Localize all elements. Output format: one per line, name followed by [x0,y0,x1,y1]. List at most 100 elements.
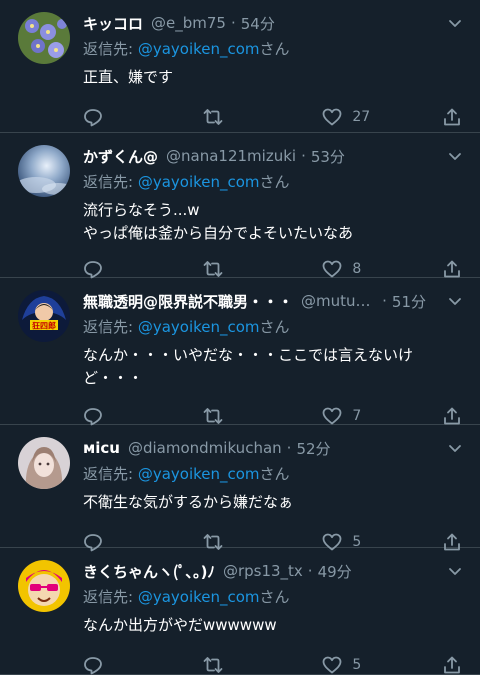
separator-dot: · [307,562,313,580]
tweet[interactable]: 狂四郎 無職透明@限界説不職男・・・ @mutuk... · 51分 返信先: … [0,278,480,426]
tweet-text: 流行らなそう...w やっぱ俺は釜から自分でよそいたいなあ [83,199,466,245]
timestamp[interactable]: 52分 [296,438,330,459]
heart-icon [322,407,342,425]
share-button[interactable] [442,406,462,426]
like-button[interactable]: 27 [322,107,442,127]
chevron-down-icon[interactable] [446,292,464,310]
reply-prefix: 返信先: [83,588,138,606]
retweet-icon [203,109,223,125]
display-name[interactable]: きくちゃんヽ(ﾟ､｡)ﾉ [83,561,215,582]
avatar[interactable]: 狂四郎 [18,290,70,342]
display-name[interactable]: мicu [83,439,120,457]
avatar[interactable] [18,560,70,612]
avatar[interactable] [18,12,70,64]
like-button[interactable]: 5 [322,655,442,675]
reply-suffix: さん [259,465,290,483]
reply-suffix: さん [259,318,290,336]
tweet-text-line: 不衛生な気がするから嫌だなぁ [83,493,294,511]
like-count: 7 [352,408,362,424]
tweet-header: 無職透明@限界説不職男・・・ @mutuk... · 51分 [83,290,466,312]
display-name[interactable]: 無職透明@限界説不職男・・・ [83,291,293,312]
chevron-down-icon[interactable] [446,562,464,580]
timestamp[interactable]: 53分 [311,146,345,167]
retweet-icon [203,261,223,277]
tweet-text-line: なんか・・・いやだな・・・ここでは言えないけ [83,346,414,364]
share-icon [444,108,460,126]
share-icon [444,407,460,425]
separator-dot: · [230,14,236,32]
user-handle[interactable]: @nana121mizuki [166,147,296,165]
reply-context: 返信先: @yayoiken_comさん [83,38,466,60]
user-handle[interactable]: @rps13_tx [223,562,303,580]
tweet-header: キッコロ @e_bm75 · 54分 [83,12,466,34]
tweet[interactable]: キッコロ @e_bm75 · 54分 返信先: @yayoiken_comさん … [0,0,480,133]
reply-mention-link[interactable]: @yayoiken_com [138,465,260,483]
anime-emblem-avatar-icon: 狂四郎 [18,290,70,342]
user-handle[interactable]: @diamondmikuchan [128,439,282,457]
separator-dot: · [382,292,387,310]
portrait-avatar-icon [18,437,70,489]
retweet-button[interactable] [203,406,323,426]
avatar[interactable] [18,437,70,489]
reply-mention-link[interactable]: @yayoiken_com [138,173,260,191]
tweet-text-line: 正直、嫌です [83,68,174,86]
tweet[interactable]: かずくん@ @nana121mizuki · 53分 返信先: @yayoike… [0,133,480,279]
reply-button[interactable] [83,406,203,426]
like-count: 8 [352,261,362,277]
display-name[interactable]: キッコロ [83,13,143,34]
reply-mention-link[interactable]: @yayoiken_com [138,588,260,606]
retweet-button[interactable] [203,259,323,279]
display-name[interactable]: かずくん@ [83,146,158,167]
timestamp[interactable]: 51分 [392,291,426,312]
user-handle[interactable]: @mutuk... [301,292,377,310]
reply-context: 返信先: @yayoiken_comさん [83,316,466,338]
tweet[interactable]: きくちゃんヽ(ﾟ､｡)ﾉ @rps13_tx · 49分 返信先: @yayoi… [0,548,480,675]
reply-context: 返信先: @yayoiken_comさん [83,463,466,485]
tweet-header: мicu @diamondmikuchan · 52分 [83,437,466,459]
reply-suffix: さん [259,173,290,191]
tweet[interactable]: мicu @diamondmikuchan · 52分 返信先: @yayoik… [0,425,480,552]
tweet-text: 正直、嫌です [83,66,466,89]
retweet-button[interactable] [203,107,323,127]
reply-prefix: 返信先: [83,465,138,483]
svg-text:狂四郎: 狂四郎 [32,321,56,331]
share-icon [444,260,460,278]
reply-icon [84,261,102,279]
reply-mention-link[interactable]: @yayoiken_com [138,318,260,336]
tweet-text: なんか・・・いやだな・・・ここでは言えないけ ど・・・ [83,344,466,390]
chevron-down-icon[interactable] [446,14,464,32]
tweet-header: かずくん@ @nana121mizuki · 53分 [83,145,466,167]
chevron-down-icon[interactable] [446,439,464,457]
share-button[interactable] [442,655,462,675]
reply-button[interactable] [83,655,203,675]
reply-button[interactable] [83,259,203,279]
reply-icon [84,109,102,127]
like-count: 5 [352,657,362,673]
user-handle[interactable]: @e_bm75 [151,14,226,32]
reply-button[interactable] [83,107,203,127]
timestamp[interactable]: 54分 [241,13,275,34]
reply-context: 返信先: @yayoiken_comさん [83,586,466,608]
cartoon-sunglasses-avatar-icon [18,560,70,612]
retweet-button[interactable] [203,655,323,675]
heart-icon [322,656,342,674]
share-icon [444,656,460,674]
tweet-header: きくちゃんヽ(ﾟ､｡)ﾉ @rps13_tx · 49分 [83,560,466,582]
reply-prefix: 返信先: [83,173,138,191]
separator-dot: · [286,439,292,457]
heart-icon [322,108,342,126]
like-button[interactable]: 8 [322,259,442,279]
timestamp[interactable]: 49分 [318,561,352,582]
like-button[interactable]: 7 [322,406,442,426]
reply-mention-link[interactable]: @yayoiken_com [138,40,260,58]
chevron-down-icon[interactable] [446,147,464,165]
sky-avatar-icon [18,145,70,197]
separator-dot: · [301,147,306,165]
share-button[interactable] [442,259,462,279]
avatar[interactable] [18,145,70,197]
share-button[interactable] [442,107,462,127]
tweet-text: 不衛生な気がするから嫌だなぁ [83,491,466,514]
reply-prefix: 返信先: [83,40,138,58]
tweet-text-line: 流行らなそう...w [83,201,200,219]
reply-icon [84,657,102,675]
